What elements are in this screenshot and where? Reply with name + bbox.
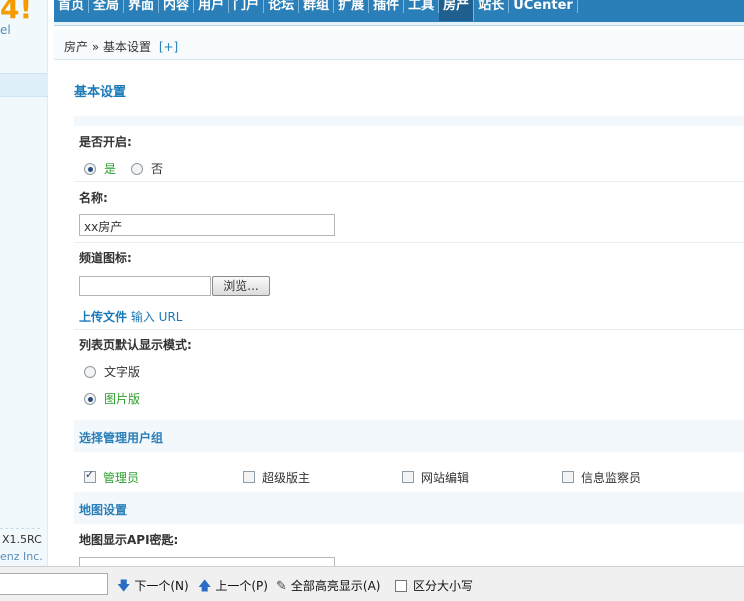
find-next-button[interactable]: 🡇 下一个(N) (117, 577, 189, 599)
list-mode-text-radio[interactable] (84, 366, 96, 378)
enable-yes-radio[interactable] (84, 163, 96, 175)
arrow-up-icon: 🡅 (198, 579, 212, 594)
match-case-toggle[interactable]: 区分大小写 (395, 577, 473, 594)
highlighter-icon: ✎ (276, 579, 287, 594)
nav-item-forum[interactable]: 论坛 (264, 0, 300, 13)
arrow-down-icon: 🡇 (117, 579, 131, 594)
enable-yes-label[interactable]: 是 (104, 160, 116, 177)
breadcrumb-add-link[interactable]: [+] (159, 40, 178, 54)
list-mode-text-label[interactable]: 文字版 (104, 363, 140, 380)
nav-item-groups[interactable]: 群组 (299, 0, 335, 13)
nav-item-ucenter[interactable]: UCenter (509, 0, 578, 13)
nav-item-global[interactable]: 全局 (89, 0, 125, 13)
icon-label: 频道图标: (79, 251, 132, 265)
icon-file-input[interactable] (79, 276, 211, 296)
enable-no-radio[interactable] (131, 163, 143, 175)
nav-item-tools[interactable]: 工具 (404, 0, 440, 13)
sidebar-item-active[interactable] (0, 73, 48, 97)
row-divider (74, 242, 744, 243)
nav-item-realestate[interactable]: 房产 (439, 0, 475, 21)
enable-no-label[interactable]: 否 (151, 160, 163, 177)
match-case-checkbox[interactable] (395, 580, 407, 592)
group-supermod-checkbox[interactable] (243, 471, 255, 483)
left-sidebar: 4! el X1.5RC enz Inc. (0, 0, 48, 566)
browse-button[interactable]: 浏览... (212, 276, 270, 296)
map-api-input[interactable] (79, 557, 335, 566)
group-admin-checkbox[interactable] (84, 468, 96, 483)
find-prev-label: 上一个(P) (215, 579, 268, 593)
list-mode-image-radio[interactable] (84, 393, 96, 405)
top-nav: 首页 全局 界面 内容 用户 门户 论坛 群组 扩展 插件 工具 房产 站长 U… (54, 0, 744, 22)
group-inspector-checkbox[interactable] (562, 471, 574, 483)
input-url-link[interactable]: 输入 URL (131, 310, 183, 324)
upload-options: 上传文件 输入 URL (79, 308, 182, 325)
upload-file-link[interactable]: 上传文件 (79, 310, 127, 324)
highlight-all-label: 全部高亮显示(A) (290, 579, 381, 593)
group-inspector-label[interactable]: 信息监察员 (581, 469, 641, 486)
nav-item-plugins[interactable]: 插件 (369, 0, 405, 13)
group-admin-label[interactable]: 管理员 (103, 469, 139, 486)
nav-item-webmaster[interactable]: 站长 (474, 0, 510, 13)
list-mode-image-label[interactable]: 图片版 (104, 390, 140, 407)
name-input[interactable]: xx房产 (79, 214, 335, 236)
find-prev-button[interactable]: 🡅 上一个(P) (198, 577, 268, 599)
copyright-text: enz Inc. (0, 550, 43, 563)
nav-item-interface[interactable]: 界面 (124, 0, 160, 13)
sidebar-divider (0, 528, 40, 529)
section-band (74, 116, 744, 126)
nav-item-content[interactable]: 内容 (159, 0, 195, 13)
groups-band (74, 420, 744, 452)
name-label: 名称: (79, 191, 108, 205)
group-supermod-label[interactable]: 超级版主 (262, 469, 310, 486)
breadcrumb: 房产 » 基本设置 [+] (54, 30, 744, 60)
map-band (74, 492, 744, 524)
find-next-label: 下一个(N) (134, 579, 189, 593)
match-case-label: 区分大小写 (413, 579, 474, 593)
group-editor-checkbox[interactable] (402, 471, 414, 483)
nav-item-users[interactable]: 用户 (194, 0, 230, 13)
breadcrumb-path: 房产 » 基本设置 (64, 40, 151, 54)
find-bar: 🡇 下一个(N) 🡅 上一个(P) ✎ 全部高亮显示(A) 区分大小写 (0, 566, 744, 601)
main-content: 基本设置 是否开启: 是 否 名称: xx房产 频道图标: 浏览... 上传文件… (54, 60, 744, 566)
version-text: X1.5RC (2, 533, 42, 546)
map-title: 地图设置 (79, 503, 128, 517)
nav-item-extend[interactable]: 扩展 (334, 0, 370, 13)
logo-subtitle: el (0, 23, 11, 37)
nav-underline (54, 22, 744, 26)
list-mode-label: 列表页默认显示模式: (79, 338, 192, 352)
nav-item-home[interactable]: 首页 (54, 0, 90, 13)
page-title: 基本设置 (74, 85, 127, 100)
nav-item-portal[interactable]: 门户 (229, 0, 265, 13)
group-editor-label[interactable]: 网站编辑 (421, 469, 469, 486)
groups-title: 选择管理用户组 (79, 431, 164, 445)
enable-label: 是否开启: (79, 135, 132, 149)
map-api-label: 地图显示API密匙: (79, 533, 179, 547)
logo: 4! (0, 0, 33, 25)
highlight-all-button[interactable]: ✎ 全部高亮显示(A) (276, 577, 380, 594)
row-divider (74, 329, 744, 330)
find-input[interactable] (0, 573, 108, 595)
row-divider (74, 181, 744, 182)
